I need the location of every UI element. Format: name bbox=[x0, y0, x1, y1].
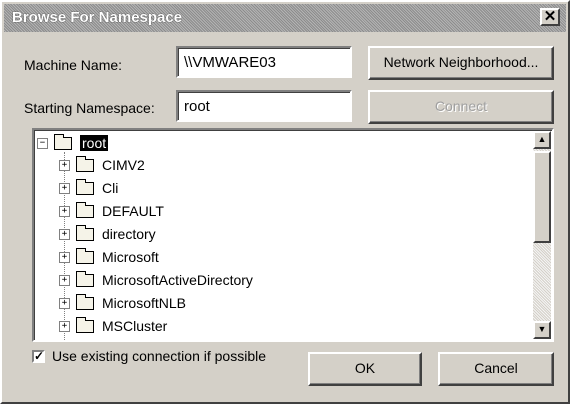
up-arrow-icon: ▲ bbox=[537, 134, 547, 144]
use-existing-connection-label[interactable]: Use existing connection if possible bbox=[52, 348, 266, 364]
machine-name-label-text: Machine Name: bbox=[24, 57, 123, 73]
scroll-thumb[interactable] bbox=[533, 151, 551, 243]
use-existing-connection-text: Use existing connection if possible bbox=[52, 348, 267, 364]
starting-namespace-label: Starting Namespace: bbox=[24, 100, 155, 116]
expand-icon[interactable]: + bbox=[59, 182, 70, 194]
folder-icon bbox=[76, 293, 94, 310]
starting-namespace-label-text: Starting Namespace: bbox=[24, 100, 155, 116]
check-icon: ✓ bbox=[34, 349, 45, 363]
expand-icon[interactable]: + bbox=[59, 159, 70, 171]
starting-namespace-value: root bbox=[184, 98, 210, 115]
folder-icon bbox=[76, 155, 94, 172]
tree-node[interactable]: + Cli bbox=[59, 177, 118, 199]
folder-icon bbox=[76, 178, 94, 195]
ok-label: OK bbox=[354, 360, 376, 376]
tree-node[interactable]: + MicrosoftActiveDirectory bbox=[59, 269, 253, 291]
expand-icon[interactable]: + bbox=[59, 228, 70, 240]
collapse-icon[interactable]: − bbox=[37, 137, 48, 149]
ok-button[interactable]: OK bbox=[308, 352, 422, 386]
expand-icon[interactable]: + bbox=[59, 320, 70, 332]
browse-for-namespace-dialog: Browse For Namespace ✕ Machine Name: \\V… bbox=[0, 0, 570, 404]
folder-icon bbox=[54, 133, 72, 150]
title-bar[interactable]: Browse For Namespace ✕ bbox=[4, 4, 566, 32]
expand-icon[interactable]: + bbox=[59, 251, 70, 263]
machine-name-value: \\VMWARE03 bbox=[184, 54, 276, 71]
machine-name-label: Machine Name: bbox=[24, 57, 122, 73]
scroll-down-button[interactable]: ▼ bbox=[533, 321, 551, 339]
namespace-tree[interactable]: − root + CIMV2 + Cli + DEFAULT + directo… bbox=[32, 128, 554, 342]
tree-node[interactable]: + MSCluster bbox=[59, 315, 167, 337]
tree-scrollbar[interactable]: ▲ ▼ bbox=[533, 131, 551, 339]
starting-namespace-field[interactable]: root bbox=[176, 90, 352, 122]
network-neighborhood-label: Network Neighborhood... bbox=[383, 54, 539, 70]
connect-label: Connect bbox=[434, 98, 488, 114]
folder-icon bbox=[76, 201, 94, 218]
folder-icon bbox=[76, 316, 94, 333]
expand-icon[interactable]: + bbox=[59, 297, 70, 309]
folder-icon bbox=[76, 247, 94, 264]
expand-icon[interactable]: + bbox=[59, 274, 70, 286]
tree-node-label: MicrosoftNLB bbox=[102, 295, 187, 311]
tree-node-label: root bbox=[80, 135, 109, 151]
scroll-up-button[interactable]: ▲ bbox=[533, 131, 551, 149]
tree-node-label: MicrosoftActiveDirectory bbox=[102, 272, 253, 288]
tree-node-label: MSCluster bbox=[102, 318, 168, 334]
tree-node[interactable]: + MicrosoftNLB bbox=[59, 292, 186, 314]
tree-node-label: Cli bbox=[102, 180, 119, 196]
tree-node-label: DEFAULT bbox=[102, 203, 164, 219]
down-arrow-icon: ▼ bbox=[537, 324, 547, 334]
network-neighborhood-button[interactable]: Network Neighborhood... bbox=[368, 46, 554, 80]
close-icon: ✕ bbox=[543, 8, 557, 25]
tree-node-root[interactable]: − root bbox=[37, 132, 109, 154]
tree-node-label: CIMV2 bbox=[102, 157, 145, 173]
tree-node-label: directory bbox=[102, 226, 156, 242]
tree-node-label: Microsoft bbox=[102, 249, 159, 265]
use-existing-connection-checkbox[interactable]: ✓ bbox=[32, 350, 45, 363]
tree-node[interactable]: + DEFAULT bbox=[59, 200, 164, 222]
folder-icon bbox=[76, 224, 94, 241]
cancel-button[interactable]: Cancel bbox=[438, 352, 554, 386]
close-button[interactable]: ✕ bbox=[540, 8, 560, 26]
connect-button[interactable]: Connect bbox=[368, 90, 554, 124]
tree-node[interactable]: + directory bbox=[59, 223, 156, 245]
expand-icon[interactable]: + bbox=[59, 205, 70, 217]
dialog-title: Browse For Namespace bbox=[12, 9, 183, 26]
folder-icon bbox=[76, 270, 94, 287]
tree-node[interactable]: + CIMV2 bbox=[59, 154, 145, 176]
tree-node[interactable]: + Microsoft bbox=[59, 246, 159, 268]
machine-name-field[interactable]: \\VMWARE03 bbox=[176, 46, 352, 78]
cancel-label: Cancel bbox=[474, 360, 518, 376]
